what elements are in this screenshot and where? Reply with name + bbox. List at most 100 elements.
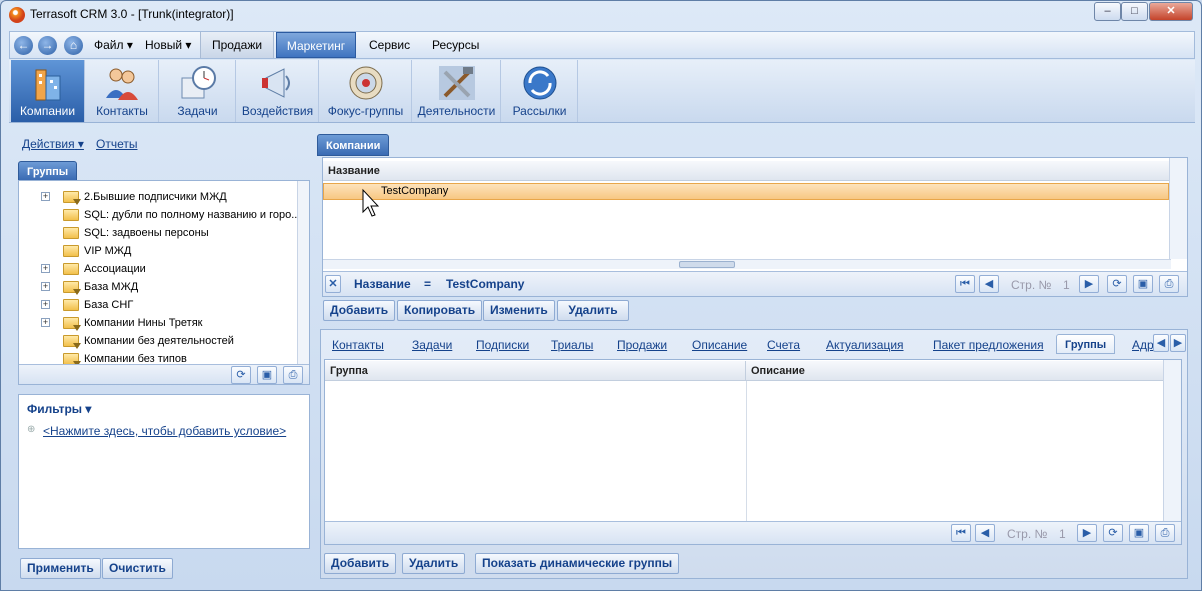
add-group-button[interactable]: Добавить [324,553,397,574]
tree-item-label: Компании Нины Третяк [84,317,203,329]
menu-marketing[interactable]: Маркетинг [276,32,356,58]
tabs-scroll-left-icon[interactable]: ◀ [1153,334,1169,352]
print-icon[interactable]: ⎙ [1155,524,1175,542]
prev-page-icon[interactable]: ◀ [975,524,995,542]
home-icon[interactable]: ⌂ [64,36,83,55]
groups-pager-bar: ⏮ ◀ Стр. № 1 ▶ ⟳ ▣ ⎙ [325,521,1181,544]
delete-group-button[interactable]: Удалить [402,553,466,574]
horizontal-scrollbar[interactable] [323,259,1171,269]
menu-new[interactable]: Новый ▾ [139,32,197,58]
expand-icon[interactable]: + [41,192,50,201]
tree-scrollbar[interactable] [297,181,309,364]
ribbon-activities[interactable]: Деятельности [413,60,501,122]
dynamic-folder-icon [63,281,81,295]
add-condition-icon: ⊕ [27,424,36,435]
companies-grid: Название TestCompany ✕ Название = TestCo… [322,157,1188,297]
ribbon-focus-groups[interactable]: Фокус-группы [320,60,412,122]
groups-tree: +2.Бывшие подписчики МЖД SQL: дубли по по… [18,180,310,385]
tree-item[interactable]: + Ассоциации [19,260,297,278]
filters-title[interactable]: Фильтры ▾ [27,402,91,416]
tree-item-label: База СНГ [84,299,134,311]
ribbon-mailings-label: Рассылки [512,104,567,118]
companies-filter-bar: ✕ Название = TestCompany ⏮ ◀ Стр. № 1 ▶ … [323,271,1187,296]
megaphone-icon [261,68,290,98]
expand-icon[interactable]: + [41,300,50,309]
next-page-icon[interactable]: ▶ [1077,524,1097,542]
tab-groups[interactable]: Группы [18,161,78,181]
ribbon-actions[interactable]: Воздействия [237,60,319,122]
tab-actualization[interactable]: Актуализация [826,338,904,352]
ribbon-companies[interactable]: Компании [11,60,85,122]
tab-trials[interactable]: Триалы [551,338,593,352]
tree-item[interactable]: + Компании Нины Третяк [19,314,297,332]
next-page-icon[interactable]: ▶ [1079,275,1099,293]
apply-button[interactable]: Применить [20,558,101,579]
tab-contacts[interactable]: Контакты [332,338,384,352]
page-number[interactable]: 1 [1063,278,1070,292]
tab-description[interactable]: Описание [692,338,747,352]
show-dynamic-groups-button[interactable]: Показать динамические группы [475,553,680,574]
forward-icon[interactable]: → [38,36,57,55]
tab-invoices[interactable]: Счета [767,338,800,352]
edit-company-button[interactable]: Изменить [483,300,555,321]
expand-icon[interactable]: + [41,282,50,291]
refresh-icon[interactable]: ⟳ [1107,275,1127,293]
table-row[interactable]: TestCompany [323,183,1169,200]
page-number[interactable]: 1 [1059,527,1066,541]
expand-icon[interactable]: + [41,264,50,273]
tree-item[interactable]: SQL: дубли по полному названию и горо... [19,206,300,224]
col-description-header[interactable]: Описание [746,361,1164,381]
back-icon[interactable]: ← [14,36,33,55]
tree-item-label: VIP МЖД [84,245,132,257]
print-icon[interactable]: ⎙ [1159,275,1179,293]
ribbon-contacts[interactable]: Контакты [86,60,159,122]
menu-file[interactable]: Файл ▾ [88,32,139,58]
save-icon[interactable]: ▣ [257,366,277,384]
tree-item[interactable]: + База СНГ [19,296,297,314]
scroll-thumb[interactable] [679,261,735,268]
col-group-header[interactable]: Группа [325,361,746,381]
vertical-scrollbar[interactable] [1169,158,1187,259]
tab-tasks[interactable]: Задачи [412,338,452,352]
menu-resources[interactable]: Ресурсы [426,32,485,58]
remove-filter-icon[interactable]: ✕ [325,275,341,293]
prev-page-icon[interactable]: ◀ [979,275,999,293]
print-icon[interactable]: ⎙ [283,366,303,384]
add-condition-link[interactable]: <Нажмите здесь, чтобы добавить условие> [43,424,286,438]
tree-item[interactable]: SQL: задвоены персоны [19,224,297,242]
tabs-scroll-right-icon[interactable]: ▶ [1170,334,1186,352]
reports-link[interactable]: Отчеты [96,137,137,151]
tab-subscriptions[interactable]: Подписки [476,338,529,352]
copy-company-button[interactable]: Копировать [397,300,483,321]
actions-menu[interactable]: Действия ▾ [22,137,84,151]
clear-button[interactable]: Очистить [102,558,173,579]
col-name-header[interactable]: Название [323,161,1169,181]
tab-sales[interactable]: Продажи [617,338,667,352]
menu-sales[interactable]: Продажи [200,32,274,58]
ribbon-tasks[interactable]: Задачи [160,60,236,122]
tab-offer-package[interactable]: Пакет предложения [933,338,1044,352]
close-button[interactable]: ✕ [1149,2,1193,21]
tab-addresses[interactable]: Адр [1132,338,1154,352]
tab-groups-detail[interactable]: Группы [1056,334,1116,354]
target-icon [349,66,382,100]
maximize-button[interactable]: □ [1121,2,1148,21]
save-icon[interactable]: ▣ [1129,524,1149,542]
minimize-button[interactable]: – [1094,2,1121,21]
tree-item[interactable]: Компании без деятельностей [19,332,297,350]
tree-item[interactable]: +2.Бывшие подписчики МЖД [19,188,297,206]
menu-service[interactable]: Сервис [363,32,416,58]
refresh-icon[interactable]: ⟳ [1103,524,1123,542]
refresh-icon[interactable]: ⟳ [231,366,251,384]
delete-company-button[interactable]: Удалить [557,300,629,321]
ribbon-mailings[interactable]: Рассылки [502,60,578,122]
tree-item[interactable]: + База МЖД [19,278,297,296]
expand-icon[interactable]: + [41,318,50,327]
first-page-icon[interactable]: ⏮ [951,524,971,542]
tab-companies[interactable]: Компании [317,134,390,156]
vertical-scrollbar[interactable] [1163,360,1181,521]
first-page-icon[interactable]: ⏮ [955,275,975,293]
add-company-button[interactable]: Добавить [323,300,396,321]
tree-item[interactable]: VIP МЖД [19,242,297,260]
save-icon[interactable]: ▣ [1133,275,1153,293]
